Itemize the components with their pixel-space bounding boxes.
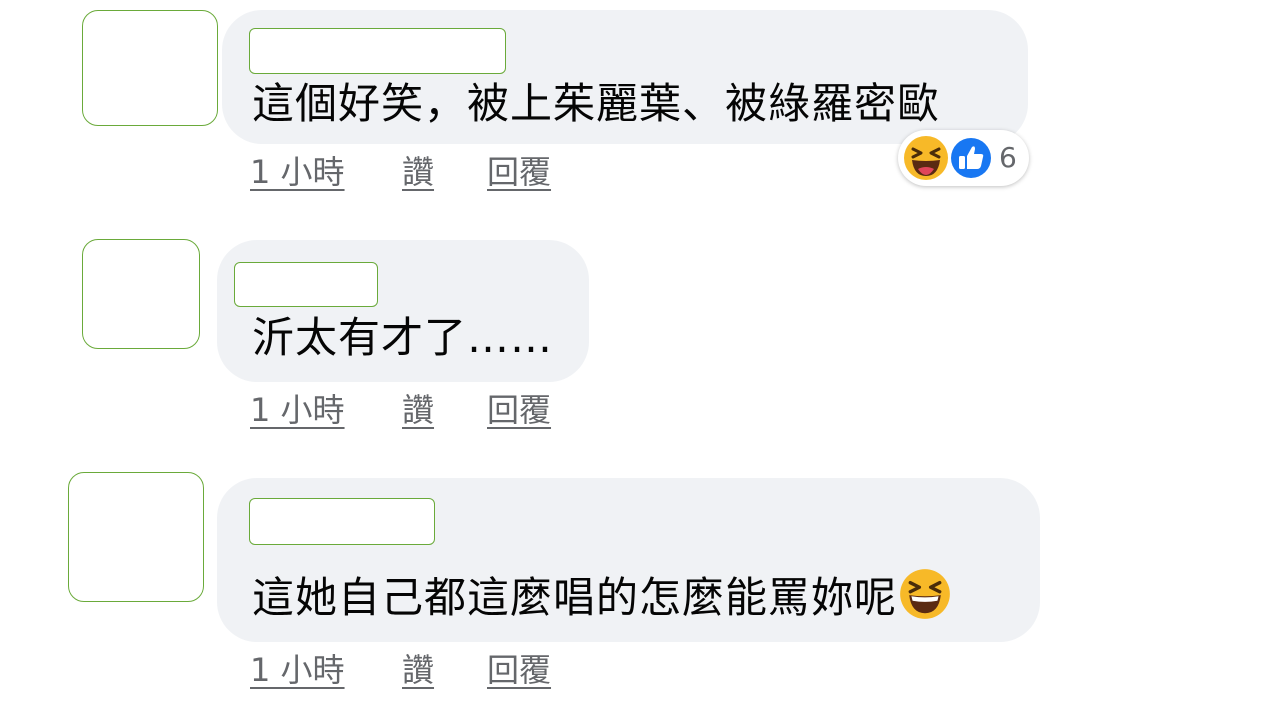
timestamp-link[interactable]: 1 小時 — [250, 390, 345, 430]
reply-button[interactable]: 回覆 — [487, 650, 551, 690]
reactions-summary[interactable]: 6 — [898, 130, 1029, 186]
comment-actions: 1 小時 讚 回覆 — [250, 390, 650, 434]
laughing-emoji-icon — [904, 136, 948, 180]
comment-bubble: 沂太有才了…… — [217, 240, 589, 382]
timestamp-link[interactable]: 1 小時 — [250, 152, 345, 192]
comment-text-content: 這她自己都這麼唱的怎麼能罵妳呢 — [252, 573, 898, 622]
commenter-name-redacted[interactable] — [249, 28, 506, 74]
grinning-squinting-emoji-icon — [900, 569, 950, 619]
reply-button[interactable]: 回覆 — [487, 390, 551, 430]
reaction-count: 6 — [999, 141, 1017, 174]
thumbs-up-emoji-icon — [949, 136, 993, 180]
comment-bubble: 這她自己都這麼唱的怎麼能罵妳呢 — [217, 478, 1040, 642]
comment-actions: 1 小時 讚 回覆 — [250, 152, 650, 196]
comment-text: 這個好笑，被上茱麗葉、被綠羅密歐 — [252, 79, 941, 128]
timestamp-link[interactable]: 1 小時 — [250, 650, 345, 690]
reply-button[interactable]: 回覆 — [487, 152, 551, 192]
like-button[interactable]: 讚 — [402, 650, 434, 690]
commenter-name-redacted[interactable] — [249, 498, 435, 545]
comment-text: 這她自己都這麼唱的怎麼能罵妳呢 — [252, 568, 951, 622]
comment-bubble: 這個好笑，被上茱麗葉、被綠羅密歐 — [222, 10, 1028, 144]
comment-text: 沂太有才了…… — [252, 313, 554, 362]
avatar[interactable] — [82, 10, 218, 126]
comment-actions: 1 小時 讚 回覆 — [250, 650, 650, 694]
commenter-name-redacted[interactable] — [234, 262, 378, 307]
avatar[interactable] — [82, 239, 200, 349]
like-button[interactable]: 讚 — [402, 390, 434, 430]
like-button[interactable]: 讚 — [402, 152, 434, 192]
avatar[interactable] — [68, 472, 204, 602]
